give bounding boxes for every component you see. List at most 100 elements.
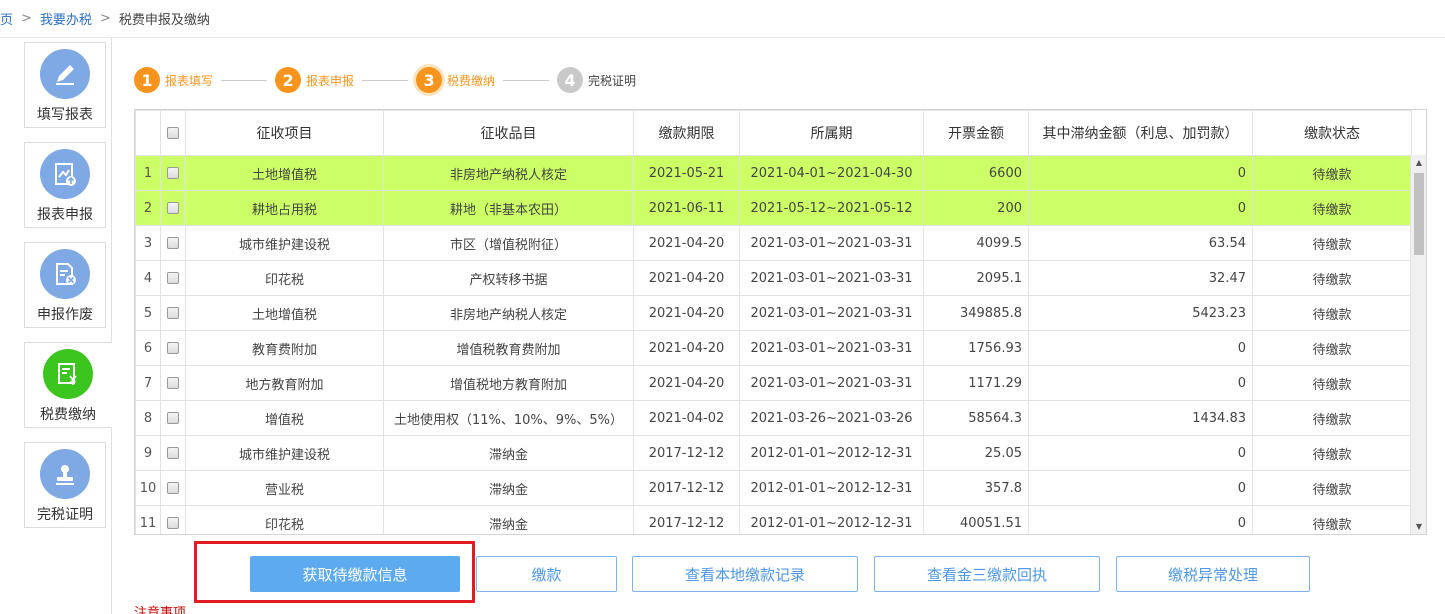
row-checkbox[interactable] — [167, 482, 179, 494]
payment-status-cell: 待缴款 — [1252, 155, 1412, 191]
tax-payment-icon — [43, 349, 93, 399]
row-select-cell[interactable] — [160, 365, 186, 401]
tax-item-cell: 耕地占用税 — [185, 190, 384, 226]
column-header[interactable]: 征收品目 — [383, 110, 634, 156]
tax-period-cell: 2021-03-01~2021-03-31 — [739, 225, 924, 261]
tax-item-cell: 地方教育附加 — [185, 365, 384, 401]
tax-item-cell: 城市维护建设税 — [185, 225, 384, 261]
sidebar-item-tax-certificate[interactable]: 完税证明 — [24, 442, 106, 528]
scrollbar-thumb[interactable] — [1414, 173, 1424, 255]
row-select-cell[interactable] — [160, 330, 186, 366]
table-row[interactable]: 7 地方教育附加 增值税地方教育附加 2021-04-20 2021-03-01~202… — [135, 365, 1412, 401]
table-row[interactable]: 1 土地增值税 非房地产纳税人核定 2021-05-21 2021-04-01~2021… — [135, 155, 1412, 191]
row-select-cell[interactable] — [160, 190, 186, 226]
row-select-cell[interactable] — [160, 260, 186, 296]
scroll-down-arrow-icon[interactable]: ▼ — [1411, 519, 1426, 534]
table-row[interactable]: 6 教育费附加 增值税教育费附加 2021-04-20 2021-03-01~2021-… — [135, 330, 1412, 366]
tax-item-cell: 印花税 — [185, 260, 384, 296]
column-header[interactable]: 所属期 — [739, 110, 924, 156]
sidebar-item-void-report[interactable]: 申报作废 — [24, 242, 106, 328]
row-select-cell[interactable] — [160, 505, 186, 534]
column-header[interactable]: 缴款期限 — [633, 110, 740, 156]
late-fee-cell: 0 — [1028, 505, 1253, 534]
table-row[interactable]: 10 营业税 滞纳金 2017-12-12 2012-01-01~2012-12-31 3… — [135, 470, 1412, 506]
row-checkbox[interactable] — [167, 307, 179, 319]
tax-item-cell: 教育费附加 — [185, 330, 384, 366]
pay-button[interactable]: 缴款 — [476, 556, 617, 592]
tax-item-cell: 土地增值税 — [185, 295, 384, 331]
select-all-checkbox[interactable] — [167, 127, 179, 139]
row-number: 9 — [135, 435, 161, 471]
row-select-cell[interactable] — [160, 225, 186, 261]
row-checkbox[interactable] — [167, 202, 179, 214]
row-number: 6 — [135, 330, 161, 366]
payment-status-cell: 待缴款 — [1252, 330, 1412, 366]
column-header[interactable]: 开票金额 — [923, 110, 1029, 156]
row-number: 10 — [135, 470, 161, 506]
sidebar-item-fill-report[interactable]: 填写报表 — [24, 42, 106, 128]
sidebar-item-tax-payment[interactable]: 税费缴纳 — [24, 342, 112, 428]
tax-period-cell: 2021-03-26~2021-03-26 — [739, 400, 924, 436]
row-number: 5 — [135, 295, 161, 331]
row-checkbox[interactable] — [167, 447, 179, 459]
column-header[interactable]: 缴款状态 — [1252, 110, 1412, 156]
tax-category-cell: 增值税地方教育附加 — [383, 365, 634, 401]
step-label: 税费缴纳 — [447, 73, 496, 88]
table-row[interactable]: 3 城市维护建设税 市区（增值税附征） 2021-04-20 2021-03-01~20… — [135, 225, 1412, 261]
payment-deadline-cell: 2021-04-20 — [633, 330, 740, 366]
late-fee-cell: 0 — [1028, 155, 1253, 191]
row-select-cell[interactable] — [160, 470, 186, 506]
breadcrumb-separator: > — [99, 11, 111, 26]
select-all-header[interactable] — [160, 110, 186, 156]
breadcrumb-my-tax-link[interactable]: 我要办税 — [40, 9, 92, 28]
row-checkbox[interactable] — [167, 167, 179, 179]
table-row[interactable]: 9 城市维护建设税 滞纳金 2017-12-12 2012-01-01~2012-12-… — [135, 435, 1412, 471]
tax-period-cell: 2021-05-12~2021-05-12 — [739, 190, 924, 226]
table-row[interactable]: 4 印花税 产权转移书据 2021-04-20 2021-03-01~2021-03-3… — [135, 260, 1412, 296]
row-checkbox[interactable] — [167, 412, 179, 424]
view-jinsan-receipt-button[interactable]: 查看金三缴款回执 — [874, 556, 1100, 592]
row-checkbox[interactable] — [167, 342, 179, 354]
tax-period-cell: 2021-04-01~2021-04-30 — [739, 155, 924, 191]
table-row[interactable]: 11 印花税 滞纳金 2017-12-12 2012-01-01~2012-12-31 4… — [135, 505, 1412, 534]
row-checkbox[interactable] — [167, 237, 179, 249]
invoice-amount-cell: 4099.5 — [923, 225, 1029, 261]
row-checkbox[interactable] — [167, 377, 179, 389]
step-label: 报表申报 — [306, 73, 355, 88]
notice-heading: 注意事项 — [134, 606, 187, 614]
breadcrumb-home-link[interactable]: 页 — [0, 9, 13, 28]
late-fee-cell: 5423.23 — [1028, 295, 1253, 331]
scroll-up-arrow-icon[interactable]: ▲ — [1411, 155, 1426, 171]
tax-exception-handling-button[interactable]: 缴税异常处理 — [1116, 556, 1310, 592]
void-document-icon — [40, 249, 90, 299]
payment-deadline-cell: 2021-04-20 — [633, 295, 740, 331]
row-select-cell[interactable] — [160, 155, 186, 191]
row-number: 4 — [135, 260, 161, 296]
row-select-cell[interactable] — [160, 435, 186, 471]
tax-category-cell: 滞纳金 — [383, 505, 634, 534]
table-row[interactable]: 5 土地增值税 非房地产纳税人核定 2021-04-20 2021-03-01~2021… — [135, 295, 1412, 331]
column-header[interactable]: 其中滞纳金额（利息、加罚款） — [1028, 110, 1253, 156]
row-select-cell[interactable] — [160, 400, 186, 436]
payment-status-cell: 待缴款 — [1252, 295, 1412, 331]
payment-deadline-cell: 2021-04-20 — [633, 365, 740, 401]
invoice-amount-cell: 6600 — [923, 155, 1029, 191]
invoice-amount-cell: 40051.51 — [923, 505, 1029, 534]
table-row[interactable]: 8 增值税 土地使用权（11%、10%、9%、5%） 2021-04-02 2021-0… — [135, 400, 1412, 436]
sidebar-item-label: 报表申报 — [37, 207, 93, 223]
tax-category-cell: 耕地（非基本农田） — [383, 190, 634, 226]
row-checkbox[interactable] — [167, 272, 179, 284]
row-checkbox[interactable] — [167, 517, 179, 529]
table-row[interactable]: 2 耕地占用税 耕地（非基本农田） 2021-06-11 2021-05-12~2021… — [135, 190, 1412, 226]
tax-category-cell: 土地使用权（11%、10%、9%、5%） — [383, 400, 634, 436]
row-select-cell[interactable] — [160, 295, 186, 331]
row-number: 11 — [135, 505, 161, 534]
view-local-payment-records-button[interactable]: 查看本地缴款记录 — [632, 556, 858, 592]
sidebar-item-report-submit[interactable]: 报表申报 — [24, 142, 106, 228]
payment-status-cell: 待缴款 — [1252, 225, 1412, 261]
breadcrumb-current: 税费申报及缴纳 — [118, 13, 210, 28]
column-header[interactable]: 征收项目 — [185, 110, 384, 156]
tax-category-cell: 滞纳金 — [383, 435, 634, 471]
step-label: 报表填写 — [165, 73, 214, 88]
vertical-scrollbar[interactable]: ▲ ▼ — [1410, 155, 1426, 534]
